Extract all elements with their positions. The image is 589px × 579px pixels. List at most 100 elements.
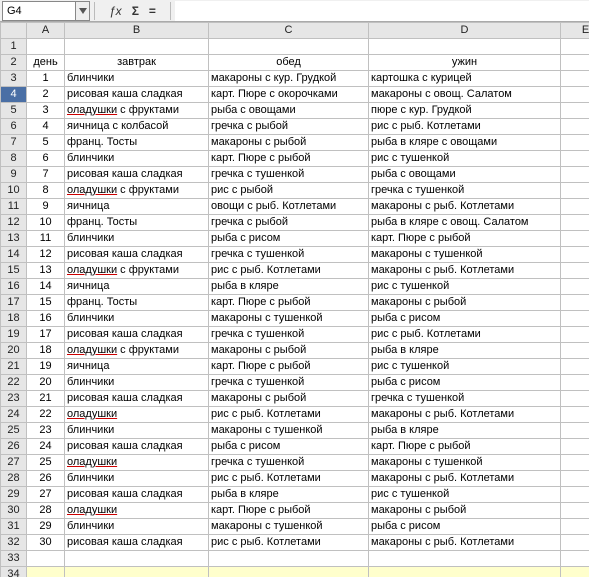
- cell[interactable]: карт. Пюре с рыбой: [369, 231, 561, 247]
- fx-icon[interactable]: ƒx: [109, 4, 122, 18]
- cell[interactable]: яичница: [65, 199, 209, 215]
- cell[interactable]: рис с рыб. Котлетами: [369, 327, 561, 343]
- row-header[interactable]: 27: [1, 455, 27, 471]
- cell[interactable]: [561, 119, 589, 135]
- name-box-dropdown[interactable]: [75, 2, 89, 20]
- cell[interactable]: [561, 519, 589, 535]
- cell[interactable]: гречка с рыбой: [209, 215, 369, 231]
- row-header[interactable]: 2: [1, 55, 27, 71]
- cell[interactable]: [561, 135, 589, 151]
- cell[interactable]: франц. Тосты: [65, 295, 209, 311]
- cell[interactable]: рисовая каша сладкая: [65, 327, 209, 343]
- cell[interactable]: макароны с тушенкой: [209, 423, 369, 439]
- cell[interactable]: ужин: [369, 55, 561, 71]
- cell[interactable]: 29: [27, 519, 65, 535]
- cell[interactable]: франц. Тосты: [65, 215, 209, 231]
- row-header[interactable]: 10: [1, 183, 27, 199]
- cell[interactable]: [561, 535, 589, 551]
- cell[interactable]: яичница: [65, 359, 209, 375]
- cell[interactable]: макароны с овощ. Салатом: [369, 87, 561, 103]
- row-header[interactable]: 33: [1, 551, 27, 567]
- cell[interactable]: рис с тушенкой: [369, 487, 561, 503]
- cell[interactable]: 26: [27, 471, 65, 487]
- cell[interactable]: пюре с кур. Грудкой: [369, 103, 561, 119]
- row-header[interactable]: 20: [1, 343, 27, 359]
- row-header[interactable]: 3: [1, 71, 27, 87]
- cell[interactable]: рыба с рисом: [369, 375, 561, 391]
- cell[interactable]: рисовая каша сладкая: [65, 439, 209, 455]
- col-header-a[interactable]: A: [27, 23, 65, 39]
- cell[interactable]: 19: [27, 359, 65, 375]
- cell[interactable]: [209, 39, 369, 55]
- cell[interactable]: 7: [27, 167, 65, 183]
- cell[interactable]: карт. Пюре с рыбой: [209, 359, 369, 375]
- row-header[interactable]: 5: [1, 103, 27, 119]
- cell[interactable]: блинчики: [65, 375, 209, 391]
- cell[interactable]: гречка с рыбой: [209, 119, 369, 135]
- cell[interactable]: [209, 551, 369, 567]
- col-header-b[interactable]: B: [65, 23, 209, 39]
- cell[interactable]: 18: [27, 343, 65, 359]
- row-header[interactable]: 21: [1, 359, 27, 375]
- cell[interactable]: [561, 247, 589, 263]
- cell[interactable]: блинчики: [65, 519, 209, 535]
- cell[interactable]: гречка с тушенкой: [209, 167, 369, 183]
- cell[interactable]: [561, 487, 589, 503]
- row-header[interactable]: 4: [1, 87, 27, 103]
- cell[interactable]: 4: [27, 119, 65, 135]
- cell[interactable]: рыба с рисом: [209, 439, 369, 455]
- row-header[interactable]: 7: [1, 135, 27, 151]
- cell[interactable]: оладушки: [65, 407, 209, 423]
- cell[interactable]: обед: [209, 55, 369, 71]
- cell[interactable]: [561, 167, 589, 183]
- cell[interactable]: 5: [27, 135, 65, 151]
- row-header[interactable]: 23: [1, 391, 27, 407]
- cell[interactable]: [561, 87, 589, 103]
- cell[interactable]: [561, 343, 589, 359]
- row-header[interactable]: 28: [1, 471, 27, 487]
- cell[interactable]: блинчики: [65, 471, 209, 487]
- row-header[interactable]: 19: [1, 327, 27, 343]
- cell[interactable]: завтрак: [65, 55, 209, 71]
- cell[interactable]: 17: [27, 327, 65, 343]
- row-header[interactable]: 31: [1, 519, 27, 535]
- cell[interactable]: рыба с рисом: [369, 311, 561, 327]
- cell[interactable]: [561, 215, 589, 231]
- cell[interactable]: [561, 183, 589, 199]
- cell[interactable]: рыба с рисом: [209, 231, 369, 247]
- cell[interactable]: яичница с колбасой: [65, 119, 209, 135]
- cell[interactable]: [561, 407, 589, 423]
- cell[interactable]: [369, 39, 561, 55]
- cell[interactable]: [561, 423, 589, 439]
- cell[interactable]: [561, 359, 589, 375]
- cell[interactable]: оладушки: [65, 503, 209, 519]
- cell[interactable]: оладушки с фруктами: [65, 343, 209, 359]
- cell[interactable]: рис с рыб. Котлетами: [209, 471, 369, 487]
- cell[interactable]: [561, 391, 589, 407]
- cell[interactable]: макароны с тушенкой: [209, 519, 369, 535]
- cell[interactable]: 1: [27, 71, 65, 87]
- cell[interactable]: [561, 231, 589, 247]
- col-header-c[interactable]: C: [209, 23, 369, 39]
- cell[interactable]: [561, 151, 589, 167]
- row-header[interactable]: 17: [1, 295, 27, 311]
- cell[interactable]: гречка с тушенкой: [369, 391, 561, 407]
- cell[interactable]: [561, 55, 589, 71]
- cell[interactable]: [561, 375, 589, 391]
- cell[interactable]: 28: [27, 503, 65, 519]
- cell[interactable]: [561, 263, 589, 279]
- sigma-icon[interactable]: Σ: [132, 4, 139, 18]
- cell[interactable]: 30: [27, 535, 65, 551]
- cell[interactable]: 12: [27, 247, 65, 263]
- cell[interactable]: картошка с курицей: [369, 71, 561, 87]
- cell[interactable]: 24: [27, 439, 65, 455]
- cell[interactable]: 6: [27, 151, 65, 167]
- row-header[interactable]: 8: [1, 151, 27, 167]
- cell[interactable]: [561, 471, 589, 487]
- cell[interactable]: рыба в кляре: [369, 343, 561, 359]
- cell[interactable]: [561, 551, 589, 567]
- cell[interactable]: макароны с рыб. Котлетами: [369, 199, 561, 215]
- cell[interactable]: [209, 567, 369, 578]
- cell[interactable]: рыба в кляре: [209, 487, 369, 503]
- row-header[interactable]: 16: [1, 279, 27, 295]
